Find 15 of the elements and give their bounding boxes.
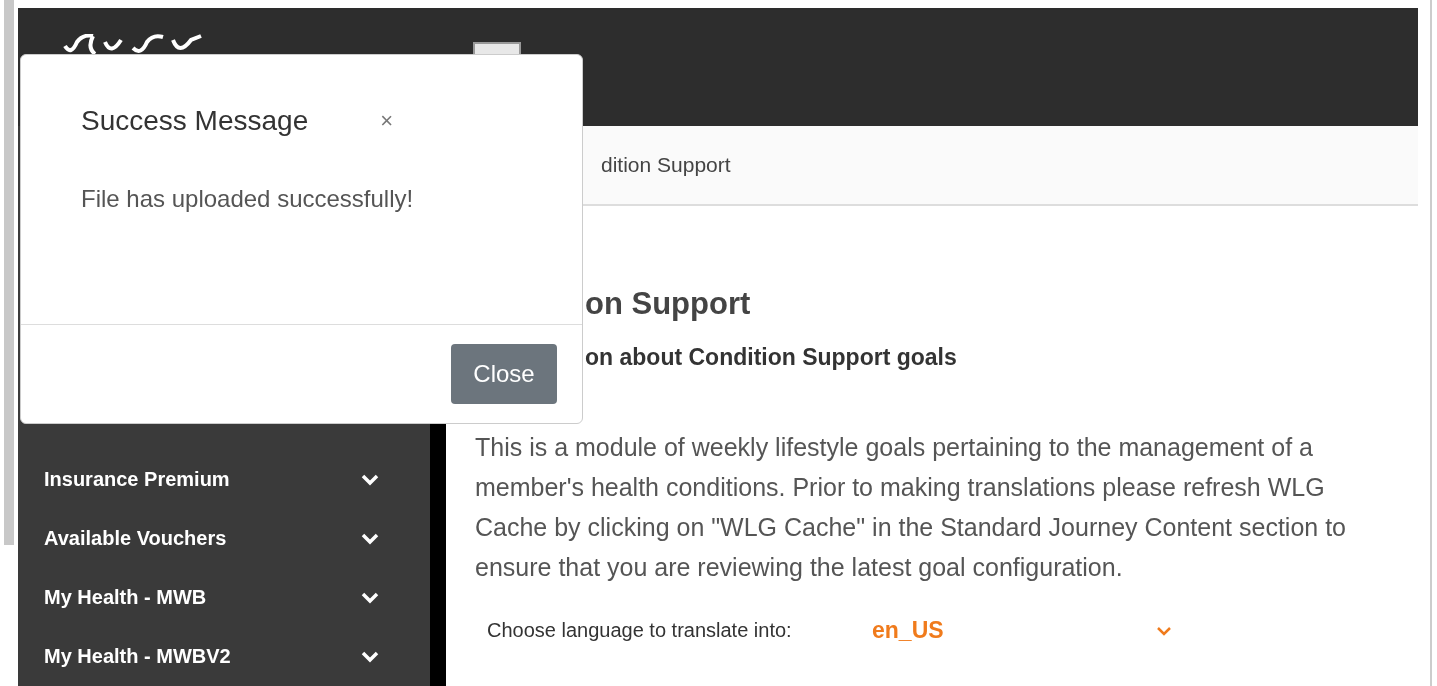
- close-button[interactable]: Close: [451, 344, 557, 404]
- dialog-message: File has uploaded successfully!: [81, 185, 414, 212]
- sidebar-item[interactable]: Available Vouchers: [44, 509, 380, 568]
- sidebar-item[interactable]: My Health - MWBV2: [44, 627, 380, 686]
- language-label: Choose language to translate into:: [487, 619, 793, 642]
- breadcrumb-text: dition Support: [601, 153, 731, 177]
- close-button[interactable]: ×: [376, 108, 398, 134]
- page-title: on Support: [585, 286, 752, 322]
- dialog-title: Success Message: [81, 105, 309, 137]
- page-subtitle: on about Condition Support goals: [585, 344, 958, 371]
- description-text: This is a module of weekly lifestyle goals pertaining to the management of a member's health conditions. Prior to making translations please refresh WLG Cache by clicking on "WLG Cache" in the Standard Journey Content section to ensure that you are reviewing the latest goal configuration.: [475, 432, 1347, 583]
- sidebar-item[interactable]: Insurance Premium: [44, 450, 380, 509]
- scrollbar[interactable]: [4, 0, 14, 545]
- chevron-down-icon: [1156, 625, 1172, 636]
- sidebar-item[interactable]: My Health - MWB: [44, 568, 380, 627]
